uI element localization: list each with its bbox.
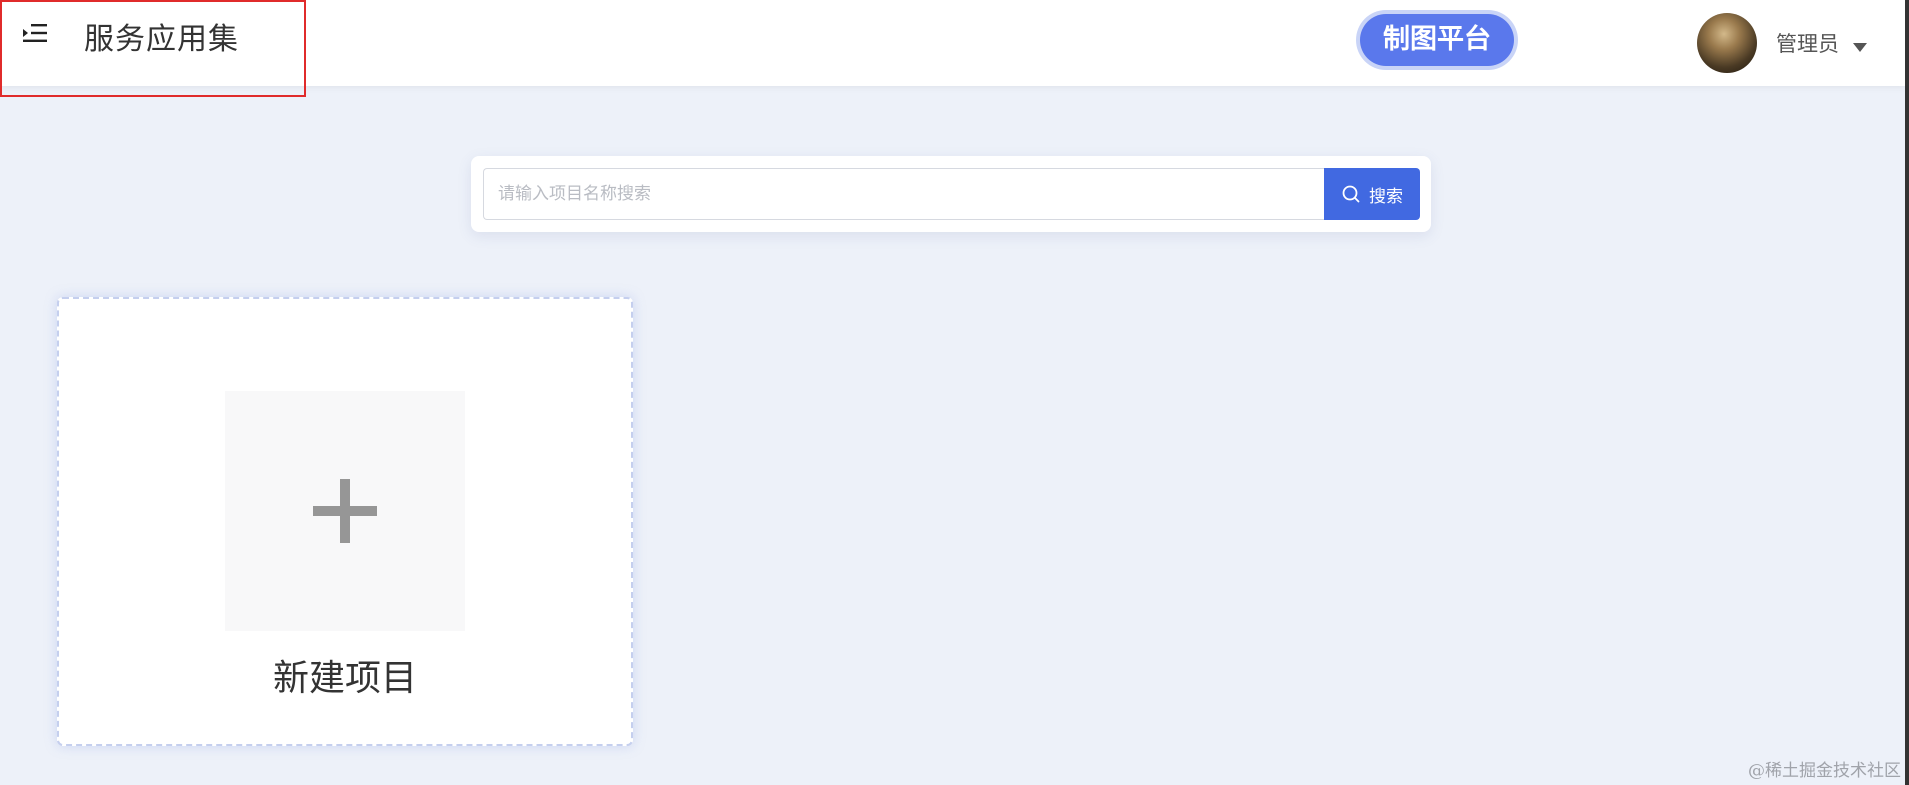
- search-panel: 搜索: [471, 156, 1431, 232]
- user-avatar[interactable]: [1697, 13, 1757, 73]
- caret-down-icon[interactable]: [1853, 43, 1867, 52]
- top-header: 服务应用集 制图平台 管理员: [0, 0, 1905, 97]
- search-input[interactable]: [483, 168, 1325, 220]
- platform-badge-button[interactable]: 制图平台: [1360, 14, 1514, 66]
- app-title: 服务应用集: [84, 22, 239, 57]
- window-edge: [1905, 0, 1909, 785]
- search-icon: [1342, 185, 1360, 203]
- menu-indent-icon[interactable]: [22, 22, 48, 44]
- new-project-card[interactable]: 新建项目: [57, 297, 633, 746]
- new-project-plus-box[interactable]: [225, 391, 465, 631]
- new-project-label: 新建项目: [272, 658, 417, 699]
- plus-icon: [313, 479, 377, 543]
- user-name[interactable]: 管理员: [1776, 28, 1839, 58]
- watermark: @稀土掘金技术社区: [1748, 761, 1901, 781]
- search-button-label: 搜索: [1369, 186, 1403, 207]
- search-button[interactable]: 搜索: [1324, 168, 1420, 220]
